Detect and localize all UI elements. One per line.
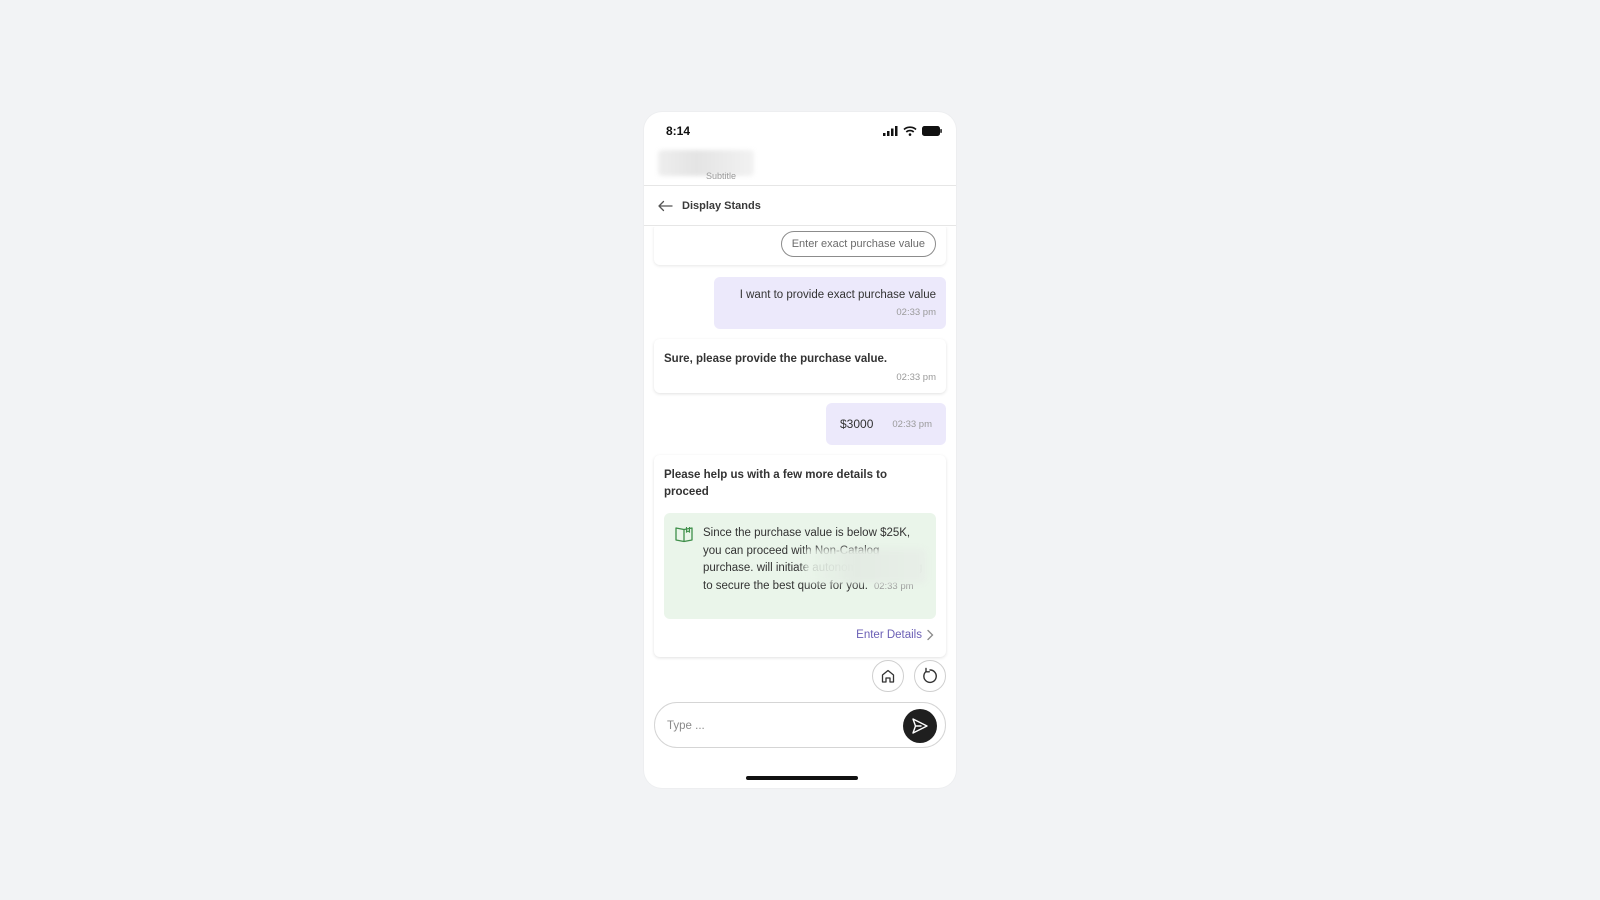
restart-button[interactable] <box>914 660 946 692</box>
send-icon <box>912 718 928 734</box>
message-text: I want to provide exact purchase value <box>739 289 936 301</box>
info-box: Since the purchase value is below $25K, … <box>664 513 936 619</box>
details-card: Please help us with a few more details t… <box>654 455 946 657</box>
user-message: $3000 02:33 pm <box>826 403 946 445</box>
chat-thread: Enter exact purchase value I want to pro… <box>644 227 956 687</box>
enter-details-link[interactable]: Enter Details <box>856 629 934 641</box>
enter-details-label: Enter Details <box>856 629 922 641</box>
wifi-icon <box>903 126 917 136</box>
message-text: Sure, please provide the purchase value. <box>664 353 888 365</box>
option-card: Enter exact purchase value <box>654 227 946 265</box>
message-time: 02:33 pm <box>896 372 936 383</box>
phone-frame: 8:14 Subtitle Display Stands Enter exact… <box>644 112 956 788</box>
battery-icon <box>922 126 942 136</box>
page-title: Display Stands <box>682 199 761 212</box>
chevron-right-icon <box>927 629 934 641</box>
message-input[interactable] <box>667 715 887 737</box>
message-time: 02:33 pm <box>892 419 932 430</box>
status-time: 8:14 <box>666 124 691 138</box>
message-text: $3000 <box>840 417 874 431</box>
status-icons <box>883 126 942 136</box>
back-button[interactable] <box>656 197 674 215</box>
home-indicator <box>746 776 858 780</box>
message-composer <box>654 702 946 748</box>
bot-message: Sure, please provide the purchase value.… <box>654 339 946 393</box>
app-logo: Subtitle <box>658 144 754 181</box>
redacted-region <box>804 549 926 583</box>
message-time: 02:33 pm <box>896 307 936 318</box>
arrow-left-icon <box>658 200 673 211</box>
signal-icon <box>883 126 898 136</box>
home-button[interactable] <box>872 660 904 692</box>
quick-actions <box>872 660 946 692</box>
logo-subtitle: Subtitle <box>706 171 737 181</box>
details-heading: Please help us with a few more details t… <box>664 469 888 498</box>
enter-exact-value-option[interactable]: Enter exact purchase value <box>780 231 936 257</box>
nav-bar: Display Stands <box>644 186 956 226</box>
user-message: I want to provide exact purchase value 0… <box>714 277 946 329</box>
send-button[interactable] <box>903 709 937 743</box>
status-bar: 8:14 <box>644 112 956 146</box>
book-icon <box>674 525 694 548</box>
home-icon <box>881 669 895 683</box>
refresh-icon <box>923 667 937 684</box>
